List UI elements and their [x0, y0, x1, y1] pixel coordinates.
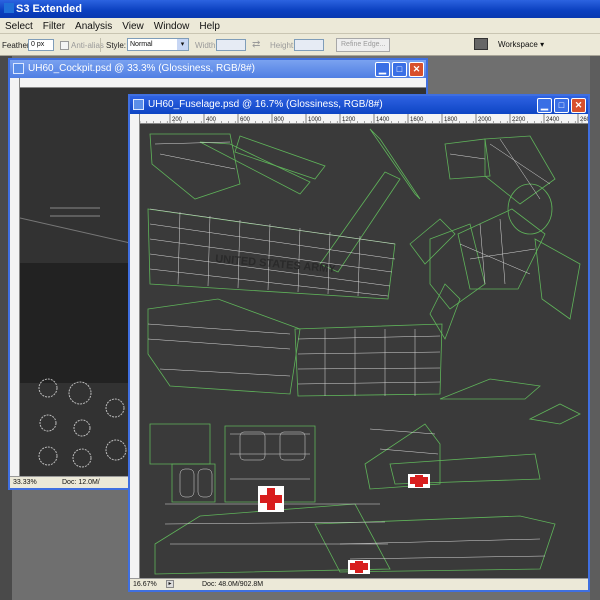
ruler-label: 1600: [410, 117, 424, 123]
minimize-button[interactable]: ▁: [537, 98, 552, 113]
ruler-label: 1200: [342, 117, 356, 123]
ruler-label: 1000: [308, 117, 322, 123]
cockpit-zoom-level[interactable]: 33.33%: [13, 477, 37, 488]
ruler-label: 600: [240, 117, 251, 123]
antialias-label: Anti-alias: [71, 41, 104, 50]
fuselage-doc-info[interactable]: Doc: 48.0M/902.8M: [202, 579, 263, 590]
swap-icon[interactable]: ⇄: [252, 39, 260, 50]
menu-window[interactable]: Window: [149, 19, 195, 35]
fuselage-vertical-ruler: [130, 114, 140, 578]
fuselage-title-bar[interactable]: UH60_Fuselage.psd @ 16.7% (Glossiness, R…: [130, 96, 588, 114]
cockpit-title: UH60_Cockpit.psd @ 33.3% (Glossiness, RG…: [28, 63, 255, 74]
maximize-button[interactable]: □: [392, 62, 407, 77]
panel-dock-edge: [590, 56, 600, 600]
cockpit-horizontal-ruler: [20, 78, 426, 88]
feather-input[interactable]: 0 px: [28, 39, 54, 51]
menu-help[interactable]: Help: [194, 19, 225, 35]
ruler-label: 2400: [546, 117, 560, 123]
style-select[interactable]: Normal ▾: [127, 38, 189, 51]
fuselage-title: UH60_Fuselage.psd @ 16.7% (Glossiness, R…: [148, 99, 383, 110]
cockpit-window-buttons: ▁ □ ✕: [373, 61, 424, 78]
height-input[interactable]: [294, 39, 324, 51]
refine-edge-button[interactable]: Refine Edge...: [336, 38, 391, 52]
cockpit-title-bar[interactable]: UH60_Cockpit.psd @ 33.3% (Glossiness, RG…: [10, 60, 426, 78]
menu-view[interactable]: View: [117, 19, 149, 35]
red-cross-marking: [408, 474, 430, 488]
ruler-label: 1400: [376, 117, 390, 123]
menu-analysis[interactable]: Analysis: [70, 19, 117, 35]
minimize-button[interactable]: ▁: [375, 62, 390, 77]
app-title: S3 Extended: [16, 3, 83, 15]
ruler-label: 200: [172, 117, 183, 123]
workspace-label: Workspace: [498, 40, 538, 49]
fuselage-horizontal-ruler: 200 400 600 800 1000 1200 1400 1600 1800 2000 2200…: [140, 114, 588, 124]
maximize-button[interactable]: □: [554, 98, 569, 113]
ruler-label: 2000: [478, 117, 492, 123]
antialias-checkbox[interactable]: [60, 41, 69, 50]
document-icon: [13, 63, 24, 74]
menu-select[interactable]: Select: [0, 19, 38, 35]
ruler-label: 2600: [580, 117, 588, 123]
fuselage-zoom-level[interactable]: 16.67%: [133, 579, 157, 590]
options-bar: Feather: 0 px Anti-alias Style: Normal ▾ …: [0, 34, 600, 56]
ruler-label: 400: [206, 117, 217, 123]
menu-bar: Select Filter Analysis View Window Help: [0, 18, 600, 34]
separator: [100, 38, 101, 52]
photoshop-logo-icon: [4, 3, 14, 13]
workspace-icon[interactable]: [474, 38, 488, 50]
fuselage-canvas[interactable]: UNITED STATES ARMY: [140, 124, 588, 578]
chevron-down-icon: ▾: [177, 39, 188, 50]
ruler-label: 2200: [512, 117, 526, 123]
cockpit-vertical-ruler: [10, 78, 20, 476]
close-button[interactable]: ✕: [571, 98, 586, 113]
cockpit-doc-info[interactable]: Doc: 12.0M/: [62, 477, 100, 488]
ruler-ticks: 200 400 600 800 1000 1200 1400 1600 1800 2000 2200…: [140, 114, 588, 123]
fuselage-document-window[interactable]: UH60_Fuselage.psd @ 16.7% (Glossiness, R…: [128, 94, 590, 592]
fuselage-status-bar: 16.67% ▸ Doc: 48.0M/902.8M: [130, 578, 588, 590]
style-select-value: Normal: [130, 41, 153, 48]
app-title-bar: S3 Extended: [0, 0, 600, 18]
ruler-label: 1800: [444, 117, 458, 123]
document-icon: [133, 99, 144, 110]
width-input[interactable]: [216, 39, 246, 51]
fuselage-window-buttons: ▁ □ ✕: [535, 97, 586, 114]
status-menu-icon[interactable]: ▸: [166, 580, 174, 588]
menu-filter[interactable]: Filter: [38, 19, 70, 35]
close-button[interactable]: ✕: [409, 62, 424, 77]
workspace-button[interactable]: Workspace ▾: [498, 40, 544, 49]
width-label: Width:: [195, 41, 218, 50]
style-label: Style:: [106, 41, 127, 50]
red-cross-marking: [348, 560, 370, 574]
fuselage-uv-texture: UNITED STATES ARMY: [140, 124, 588, 578]
height-label: Height:: [270, 41, 296, 50]
red-cross-marking: [258, 486, 284, 512]
ruler-label: 800: [274, 117, 285, 123]
